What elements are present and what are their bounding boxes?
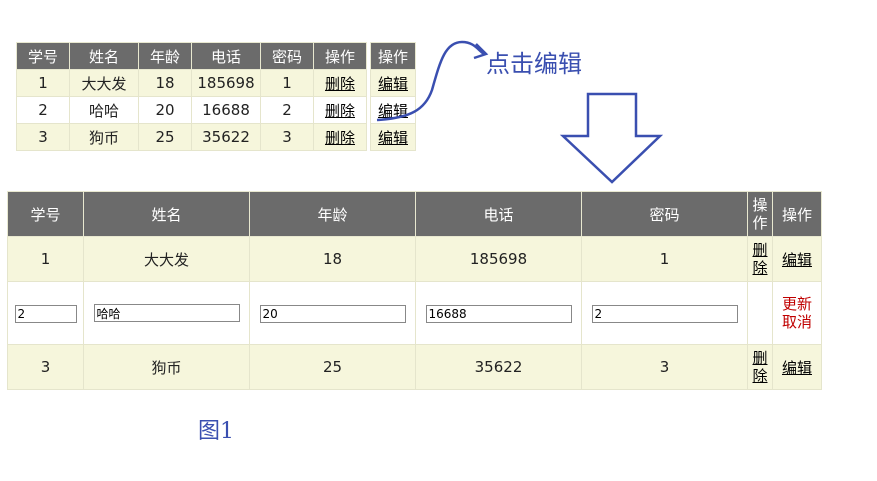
cell-phone: 185698: [415, 236, 582, 282]
cancel-link[interactable]: 取消: [782, 313, 812, 331]
cell-delete: 删除: [747, 236, 773, 282]
table-row-editing: 更新 取消: [7, 281, 822, 345]
cell-phone: [415, 281, 582, 345]
cell-update-cancel: 更新 取消: [772, 281, 822, 345]
cell-id: 1: [7, 236, 84, 282]
table-row: 1 大大发 18 185698 1 删除 编辑: [7, 236, 822, 282]
id-input[interactable]: [14, 304, 77, 323]
edit-link[interactable]: 编辑: [782, 359, 812, 377]
cell-age: 25: [249, 344, 416, 390]
cell-edit: 编辑: [772, 344, 822, 390]
update-link[interactable]: 更新: [777, 295, 817, 313]
cell-name: [83, 281, 250, 345]
delete-link[interactable]: 删除: [752, 241, 769, 277]
age-input[interactable]: [259, 304, 406, 323]
cell-id: 3: [7, 344, 84, 390]
cell-age: 18: [249, 236, 416, 282]
callout-text: 点击编辑: [486, 50, 582, 78]
name-input[interactable]: [93, 304, 240, 323]
cell-id: [7, 281, 84, 345]
header-password: 密码: [581, 191, 748, 237]
big-table-header: 学号 姓名 年龄 电话 密码 操作 操作: [7, 191, 822, 237]
edit-link[interactable]: 编辑: [782, 251, 812, 269]
phone-input[interactable]: [425, 304, 572, 323]
curved-arrow: [376, 40, 485, 122]
cell-name: 狗币: [83, 344, 250, 390]
delete-link[interactable]: 删除: [752, 349, 769, 385]
cell-password: [581, 281, 748, 345]
cell-phone: 35622: [415, 344, 582, 390]
table-row: 3 狗币 25 35622 3 删除 编辑: [7, 344, 822, 390]
header-action: 操作: [772, 191, 822, 237]
cell-age: [249, 281, 416, 345]
password-input[interactable]: [591, 304, 738, 323]
header-name: 姓名: [83, 191, 250, 237]
header-id: 学号: [7, 191, 84, 237]
figure-caption: 图1: [198, 419, 234, 444]
header-action: 操作: [747, 191, 773, 237]
cell-edit: 编辑: [772, 236, 822, 282]
cell-name: 大大发: [83, 236, 250, 282]
edit-mode-student-table: 学号 姓名 年龄 电话 密码 操作 操作 1 大大发 18 185698 1 删…: [7, 191, 822, 390]
cell-password: 3: [581, 344, 748, 390]
cell-delete: 删除: [747, 344, 773, 390]
down-arrow: [559, 92, 664, 184]
cell-password: 1: [581, 236, 748, 282]
header-age: 年龄: [249, 191, 416, 237]
header-phone: 电话: [415, 191, 582, 237]
cell-empty: [747, 281, 773, 345]
